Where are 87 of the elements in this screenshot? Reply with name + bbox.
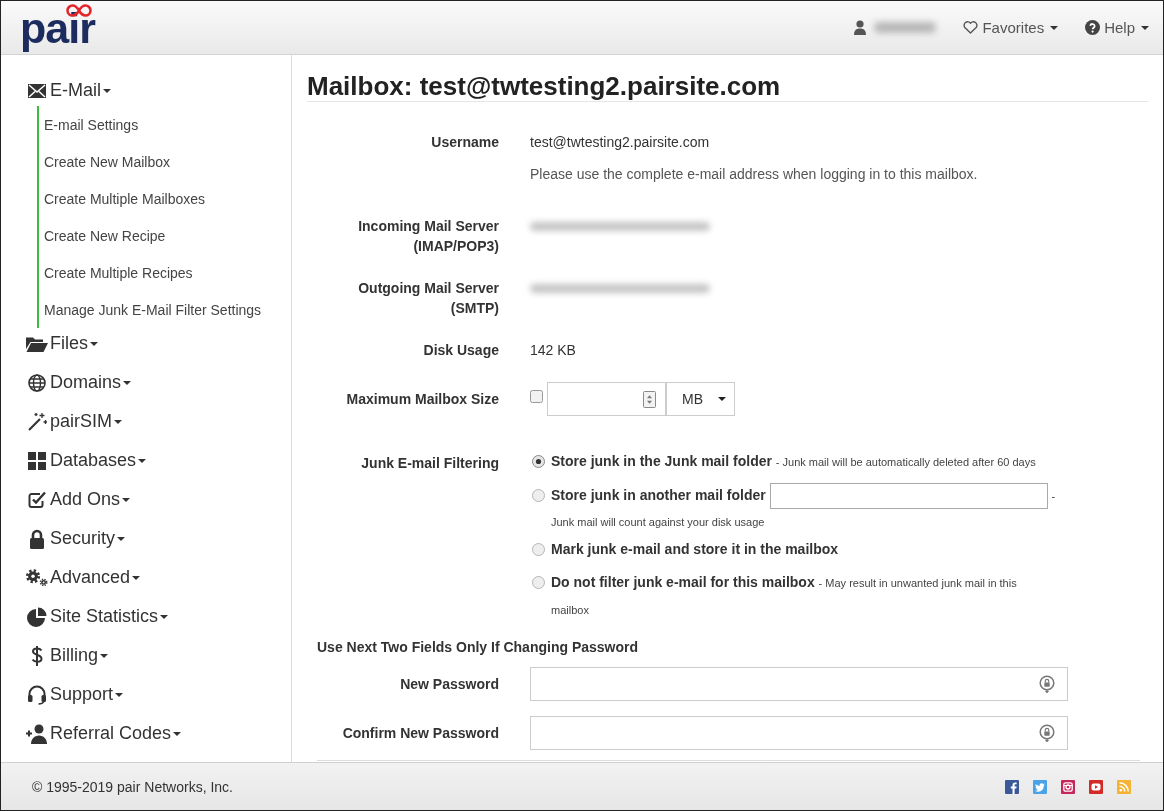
copyright-text: © 1995-2019 pair Networks, Inc. [32,778,233,795]
instagram-icon[interactable] [1061,779,1075,794]
checkbox[interactable] [530,390,543,403]
lock-circle-icon[interactable] [1039,724,1055,743]
help-icon [1085,20,1101,35]
radio-button[interactable] [532,542,545,556]
caret-icon [132,575,141,580]
option-text: Store junk in the Junk mail folder - Junk mail will be automatically deleted after 60 days [551,452,1037,471]
magic-wand-icon [27,411,47,432]
folder-input[interactable] [769,483,1048,510]
user-plus-icon [26,723,48,744]
caret-icon [117,536,126,541]
sidebar-item[interactable]: Referral Codes [26,714,182,753]
sidebar-item[interactable]: Databases [26,441,147,480]
caret-icon [160,614,169,619]
option-note: Junk mail will count against your disk usage [551,515,766,530]
user-icon [854,20,867,35]
spinner-icon[interactable] [643,390,656,408]
headset-icon [27,684,47,705]
user-menu-button[interactable] [854,20,937,35]
sidebar-item[interactable]: Billing [26,636,109,675]
heart-icon [963,21,979,34]
folder-icon [26,335,48,352]
facebook-icon[interactable] [1005,779,1019,794]
logo[interactable]: pair [20,5,95,50]
section-heading: Use Next Two Fields Only If Changing Password [317,638,639,658]
field-value: 142 KB [530,341,576,360]
youtube-icon[interactable] [1089,779,1103,794]
option-note: - [1051,490,1056,502]
field-label: New Password [399,675,499,695]
caret-icon [103,88,111,93]
field-value: test@twtesting2.pairsite.com [530,133,710,152]
caret-icon [1141,25,1149,30]
password-input[interactable] [530,667,1068,702]
check-square-icon [28,491,46,508]
field-label: Maximum Mailbox Size [345,390,499,409]
sidebar-item[interactable]: Add Ons [26,480,131,519]
rss-icon[interactable] [1117,779,1131,794]
pie-chart-icon [27,606,47,627]
field-label: Incoming Mail Server (IMAP/POP3) [357,217,499,256]
option-text: Mark junk e-mail and store it in the mailbox [551,540,840,560]
radio-button[interactable] [532,488,545,502]
field-label: Junk E-mail Filtering [360,454,499,473]
help-text: Please use the complete e-mail address when logging in to this mailbox. [530,165,978,184]
globe-icon [28,373,46,392]
number-input[interactable] [547,382,666,416]
caret-icon [122,497,131,502]
nav-menu-button[interactable]: Help [1085,19,1149,36]
page-title: Mailbox: test@twtesting2.pairsite.com [307,72,1148,102]
grid-icon [28,451,46,470]
radio-button[interactable] [532,454,545,468]
unit-select[interactable]: MB [666,382,735,416]
sidebar-item[interactable]: Advanced [26,558,141,597]
sidebar-item[interactable]: Support [26,675,124,714]
lock-icon [29,528,45,549]
sidebar-item[interactable]: Site Statistics [26,597,169,636]
caret-icon [114,419,122,424]
dollar-icon [30,644,44,667]
option-text: Do not filter junk e-mail for this mailbox - May result in unwanted junk mail in this mailbox [551,573,1018,619]
caret-icon [115,692,124,697]
field-label: Outgoing Mail Server (SMTP) [357,279,499,318]
radio-button[interactable] [532,575,545,589]
password-input[interactable] [530,716,1068,751]
field-label: Disk Usage [422,341,499,360]
submenu-item[interactable]: Create Multiple Recipes [44,254,193,291]
nav-menu-button[interactable]: Favorites [963,19,1059,36]
caret-icon [718,397,726,401]
caret-icon [1050,25,1059,30]
sidebar-item[interactable]: Security [26,519,126,558]
lock-circle-icon[interactable] [1039,675,1055,694]
blurred-username [874,22,937,33]
caret-icon [100,653,109,658]
twitter-icon[interactable] [1033,779,1047,794]
submenu-item[interactable]: Create New Recipe [44,217,166,254]
sidebar-item[interactable]: pairSIM [26,402,122,441]
envelope-icon [28,83,46,98]
caret-icon [123,380,132,385]
caret-icon [90,341,98,346]
submenu-item[interactable]: Create Multiple Mailboxes [44,180,206,217]
field-label: Username [430,133,499,152]
submenu-item[interactable]: Create New Mailbox [44,143,171,180]
caret-icon [173,731,182,736]
option-label: Store junk in another mail folder [551,487,766,503]
field-label: Confirm New Password [341,724,499,744]
caret-icon [138,458,147,463]
gears-icon [26,567,48,588]
sidebar-item[interactable]: Domains [26,363,132,402]
